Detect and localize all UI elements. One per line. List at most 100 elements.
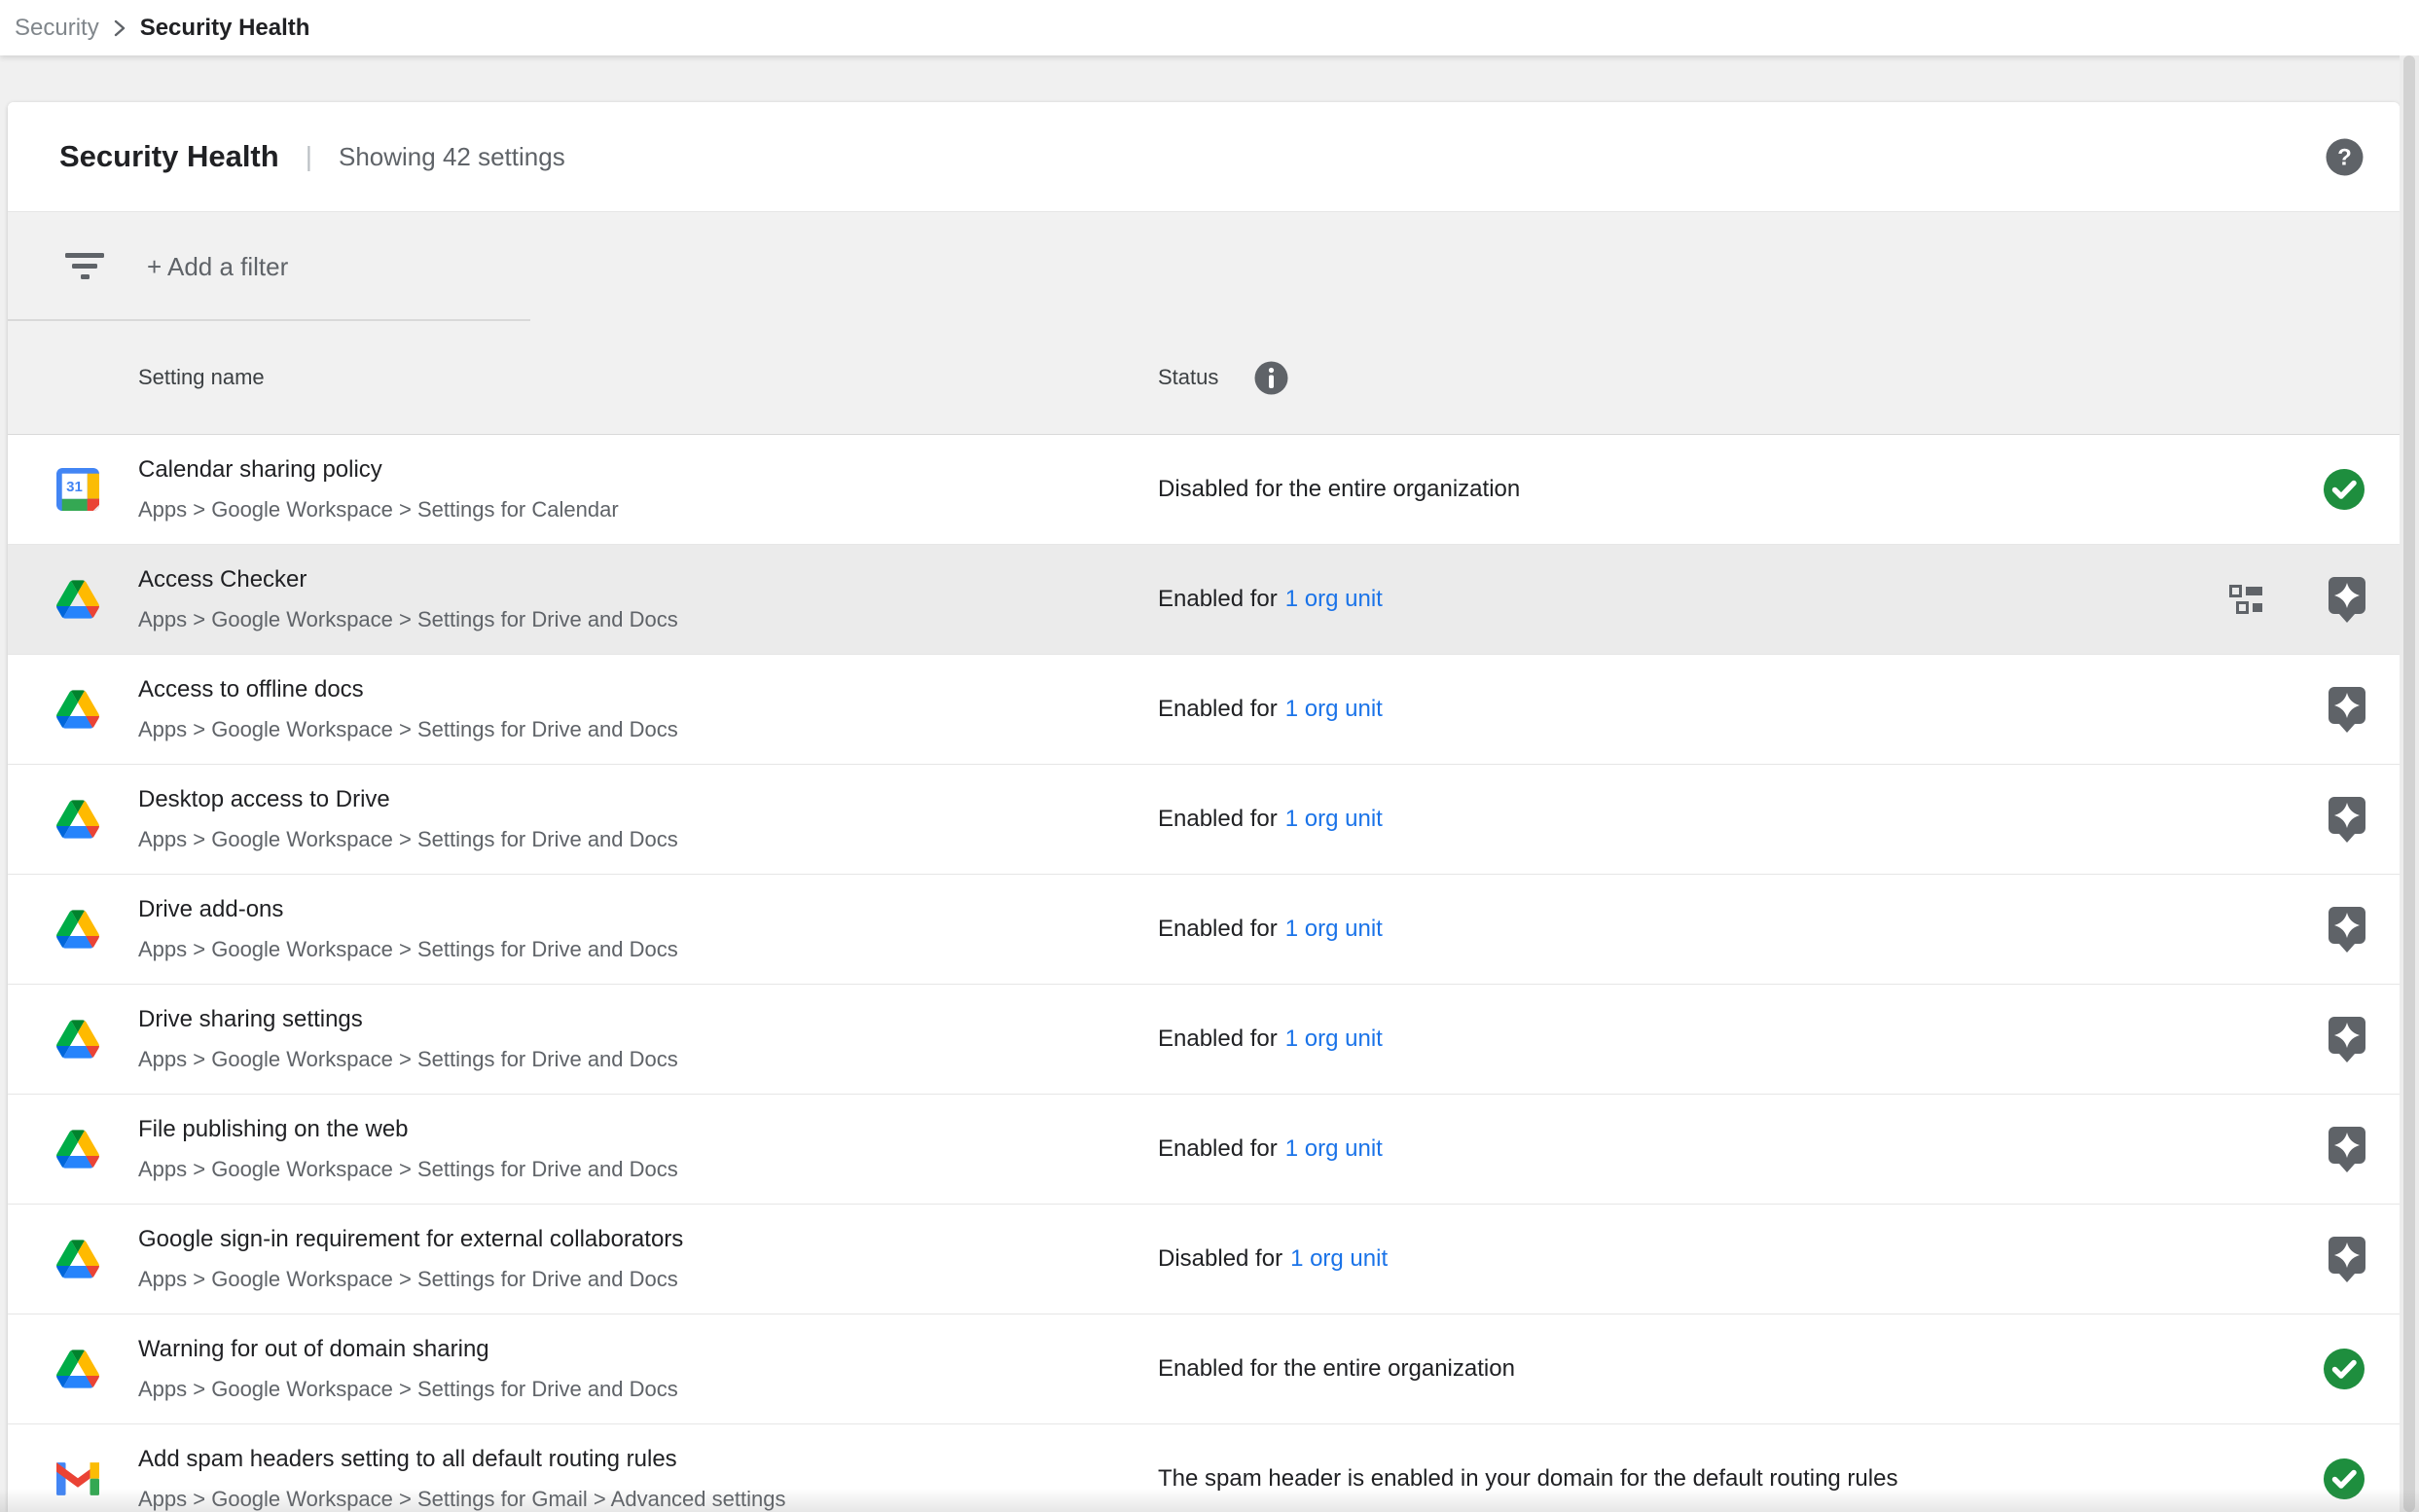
setting-path: Apps > Google Workspace > Settings for D… (138, 1376, 678, 1403)
table-row[interactable]: Google sign-in requirement for external … (8, 1205, 2400, 1314)
row-trailing-icons (2098, 797, 2400, 843)
setting-title: Desktop access to Drive (138, 785, 678, 814)
setting-name-cell: 31 Calendar sharing policy Apps > Google… (8, 455, 1158, 523)
table-row[interactable]: Access to offline docs Apps > Google Wor… (8, 655, 2400, 765)
google-drive-icon (56, 908, 99, 951)
org-unit-link[interactable]: 1 org unit (1285, 1135, 1383, 1163)
status-text: The spam header is enabled in your domai… (1158, 1465, 1897, 1493)
table-row[interactable]: Desktop access to Drive Apps > Google Wo… (8, 765, 2400, 875)
setting-title: Calendar sharing policy (138, 455, 619, 485)
status-cell: Enabled for 1 org unit (1158, 916, 2098, 943)
status-text: Enabled for (1158, 1135, 1278, 1163)
status-text: Disabled for (1158, 1245, 1282, 1273)
scrollbar-thumb[interactable] (2403, 55, 2415, 1512)
google-drive-icon (56, 798, 99, 841)
setting-name-cell: Drive sharing settings Apps > Google Wor… (8, 1005, 1158, 1073)
status-cell: Enabled for 1 org unit (1158, 586, 2098, 613)
setting-path: Apps > Google Workspace > Settings for D… (138, 716, 678, 743)
setting-name-cell: Access to offline docs Apps > Google Wor… (8, 675, 1158, 743)
setting-path: Apps > Google Workspace > Settings for D… (138, 826, 678, 853)
settings-list: 31 Calendar sharing policy Apps > Google… (8, 435, 2400, 1512)
status-text: Enabled for (1158, 1026, 1278, 1053)
org-unit-link[interactable]: 1 org unit (1285, 1026, 1383, 1053)
table-row[interactable]: Access Checker Apps > Google Workspace >… (8, 545, 2400, 655)
table-row[interactable]: Drive add-ons Apps > Google Workspace > … (8, 875, 2400, 985)
gmail-icon (56, 1458, 99, 1500)
status-cell: Disabled for 1 org unit (1158, 1245, 2098, 1273)
table-row[interactable]: File publishing on the web Apps > Google… (8, 1095, 2400, 1205)
help-icon[interactable]: ? (2325, 137, 2365, 177)
google-drive-icon (56, 578, 99, 621)
setting-name-cell: File publishing on the web Apps > Google… (8, 1115, 1158, 1183)
status-text: Enabled for (1158, 916, 1278, 943)
status-text: Enabled for (1158, 586, 1278, 613)
row-trailing-icons (2098, 687, 2400, 733)
row-trailing-icons (2098, 1017, 2400, 1062)
google-drive-icon (56, 688, 99, 731)
org-unit-link[interactable]: 1 org unit (1290, 1245, 1388, 1273)
filter-icon[interactable] (63, 251, 108, 282)
recommendation-flag-icon[interactable] (2329, 687, 2365, 733)
recommendation-flag-icon[interactable] (2329, 1237, 2365, 1282)
table-header: Setting name Status (8, 321, 2400, 435)
google-drive-icon (56, 1128, 99, 1170)
setting-path: Apps > Google Workspace > Settings for G… (138, 1486, 785, 1512)
recommendation-flag-icon[interactable] (2329, 797, 2365, 843)
setting-title: Drive sharing settings (138, 1005, 678, 1034)
add-filter-button[interactable]: + Add a filter (147, 252, 288, 282)
org-unit-link[interactable]: 1 org unit (1285, 696, 1383, 723)
setting-path: Apps > Google Workspace > Settings for D… (138, 1266, 683, 1293)
status-cell: Enabled for the entire organization (1158, 1355, 2098, 1383)
table-row[interactable]: Add spam headers setting to all default … (8, 1424, 2400, 1512)
status-cell: Enabled for1 org unit (1158, 1135, 2098, 1163)
google-calendar-icon: 31 (56, 468, 99, 511)
security-health-card: Security Health | Showing 42 settings ? … (8, 102, 2400, 1512)
row-trailing-icons (2098, 1348, 2400, 1390)
setting-path: Apps > Google Workspace > Settings for D… (138, 1156, 678, 1183)
row-trailing-icons (2098, 1458, 2400, 1500)
table-row[interactable]: Warning for out of domain sharing Apps >… (8, 1314, 2400, 1424)
card-header: Security Health | Showing 42 settings ? (8, 102, 2400, 212)
recommendation-flag-icon[interactable] (2329, 1017, 2365, 1062)
title-separator: | (306, 141, 312, 172)
google-drive-icon (56, 1018, 99, 1061)
setting-path: Apps > Google Workspace > Settings for D… (138, 606, 678, 633)
recommendation-flag-icon[interactable] (2329, 1127, 2365, 1172)
setting-title: Access to offline docs (138, 675, 678, 704)
status-cell: The spam header is enabled in your domai… (1158, 1465, 2098, 1493)
svg-text:?: ? (2337, 144, 2352, 170)
table-row[interactable]: 31 Calendar sharing policy Apps > Google… (8, 435, 2400, 545)
breadcrumb-parent-link[interactable]: Security (15, 15, 99, 42)
settings-count: Showing 42 settings (339, 142, 565, 172)
svg-text:31: 31 (66, 479, 83, 495)
status-text: Enabled for (1158, 806, 1278, 833)
setting-name-cell: Desktop access to Drive Apps > Google Wo… (8, 785, 1158, 853)
info-icon[interactable] (1253, 360, 1289, 396)
status-cell: Enabled for 1 org unit (1158, 806, 2098, 833)
row-trailing-icons (2098, 1127, 2400, 1172)
org-unit-link[interactable]: 1 org unit (1285, 916, 1383, 943)
filter-underline (8, 319, 530, 321)
row-trailing-icons (2098, 577, 2400, 623)
column-setting-name: Setting name (8, 365, 1158, 390)
org-unit-link[interactable]: 1 org unit (1285, 586, 1383, 613)
setting-path: Apps > Google Workspace > Settings for C… (138, 496, 619, 523)
google-drive-icon (56, 1348, 99, 1390)
setting-title: Add spam headers setting to all default … (138, 1445, 785, 1474)
setting-title: Drive add-ons (138, 895, 678, 924)
breadcrumb: Security Security Health (0, 0, 2419, 55)
table-row[interactable]: Drive sharing settings Apps > Google Wor… (8, 985, 2400, 1095)
setting-name-cell: Google sign-in requirement for external … (8, 1225, 1158, 1293)
setting-name-cell: Add spam headers setting to all default … (8, 1445, 1158, 1512)
row-trailing-icons (2098, 907, 2400, 953)
recommendation-flag-icon[interactable] (2329, 907, 2365, 953)
setting-name-cell: Access Checker Apps > Google Workspace >… (8, 565, 1158, 633)
row-trailing-icons (2098, 468, 2400, 511)
scrollbar[interactable] (2400, 55, 2419, 1512)
setting-name-cell: Drive add-ons Apps > Google Workspace > … (8, 895, 1158, 963)
recommendation-flag-icon[interactable] (2329, 577, 2365, 623)
green-check-icon (2323, 1348, 2365, 1390)
setting-path: Apps > Google Workspace > Settings for D… (138, 936, 678, 963)
status-cell: Enabled for1 org unit (1158, 696, 2098, 723)
org-unit-link[interactable]: 1 org unit (1285, 806, 1383, 833)
